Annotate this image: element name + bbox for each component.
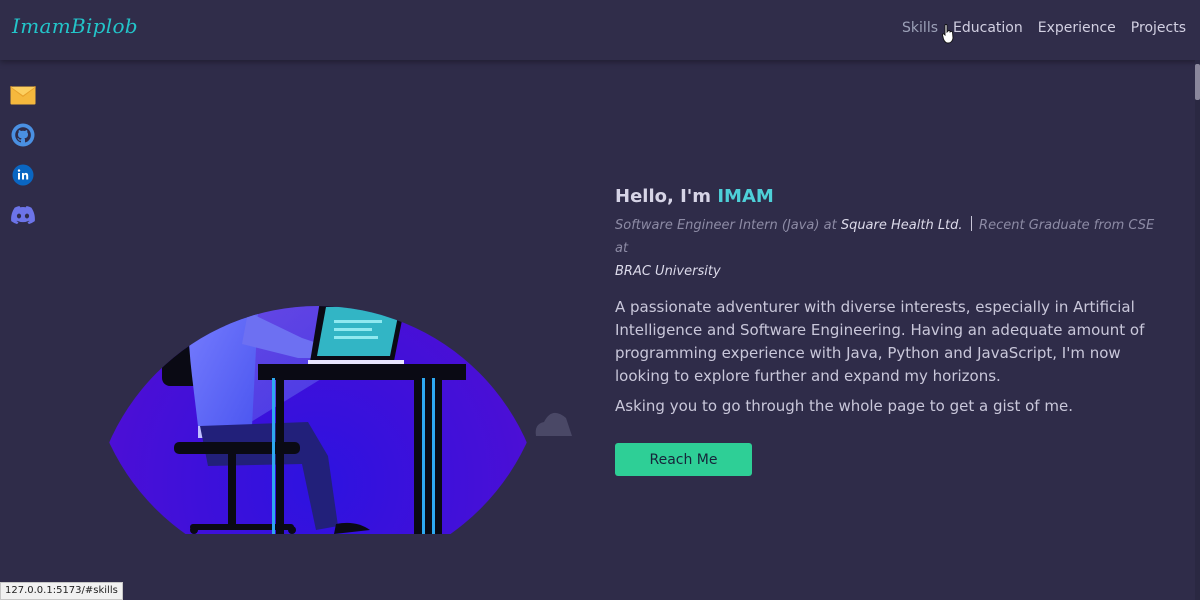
linkedin-link[interactable]	[10, 163, 36, 187]
hand-cursor-icon	[942, 24, 954, 44]
company-name: Square Health Ltd.	[840, 218, 963, 233]
greeting-heading: Hello, I'm IMAM	[615, 186, 1170, 207]
role-line: Software Engineer Intern (Java) at Squar…	[615, 214, 1170, 283]
github-link[interactable]	[10, 123, 36, 147]
discord-icon	[11, 206, 35, 224]
status-bar-url: 127.0.0.1:5173/#skills	[0, 582, 123, 600]
reach-me-button[interactable]: Reach Me	[615, 443, 752, 476]
nav-link-education[interactable]: Education	[953, 20, 1023, 36]
hero-illustration	[90, 306, 572, 534]
bio-invite: Asking you to go through the whole page …	[615, 397, 1073, 415]
separator	[970, 216, 973, 231]
social-links	[10, 83, 36, 227]
hero-section: Hello, I'm IMAM Software Engineer Intern…	[615, 186, 1170, 476]
mail-link[interactable]	[10, 83, 36, 107]
nav-link-skills[interactable]: Skills	[902, 20, 938, 36]
scrollbar-thumb[interactable]	[1195, 64, 1200, 100]
greeting-text: Hello, I'm	[615, 186, 712, 207]
github-icon	[11, 123, 35, 147]
role-prefix: Software Engineer Intern (Java) at	[615, 218, 837, 233]
discord-link[interactable]	[10, 203, 36, 227]
mail-icon	[10, 85, 36, 104]
name-highlight: IMAM	[717, 186, 774, 207]
navbar: ImamBiplob Skills Education Experience P…	[0, 0, 1200, 60]
linkedin-icon	[12, 164, 34, 186]
brand-logo[interactable]: ImamBiplob	[12, 14, 138, 38]
university-name: BRAC University	[615, 264, 721, 279]
scrollbar[interactable]	[1195, 60, 1200, 600]
bio-paragraph: A passionate adventurer with diverse int…	[615, 298, 1145, 385]
nav-link-experience[interactable]: Experience	[1038, 20, 1116, 36]
nav-link-projects[interactable]: Projects	[1131, 20, 1186, 36]
